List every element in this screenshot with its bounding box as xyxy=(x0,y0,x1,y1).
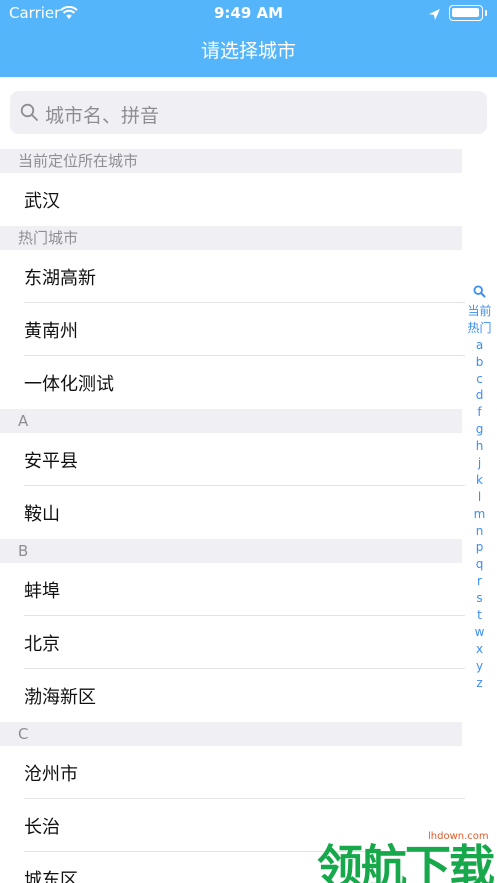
city-row[interactable]: 北京 xyxy=(0,616,465,669)
index-letter[interactable]: t xyxy=(462,607,497,624)
index-letter[interactable]: l xyxy=(462,489,497,506)
city-row[interactable]: 安平县 xyxy=(0,433,465,486)
city-row[interactable]: 渤海新区 xyxy=(0,669,462,722)
index-letter[interactable]: b xyxy=(462,354,497,371)
city-row[interactable]: 黄南州 xyxy=(0,303,465,356)
city-name: 北京 xyxy=(24,634,60,655)
index-letter[interactable]: 当前 xyxy=(462,303,497,320)
index-letter[interactable]: c xyxy=(462,371,497,388)
top-bar: Carrier 9:49 AM 请选择城市 xyxy=(0,0,497,77)
city-row[interactable]: 鞍山 xyxy=(0,486,462,539)
watermark-url: lhdown.com xyxy=(425,831,492,842)
index-letter[interactable]: y xyxy=(462,658,497,675)
location-arrow-icon xyxy=(428,6,441,25)
city-name: 黄南州 xyxy=(24,321,78,342)
index-letter[interactable]: j xyxy=(462,455,497,472)
clock: 9:49 AM xyxy=(213,4,284,22)
battery-tip xyxy=(485,10,487,16)
battery-icon xyxy=(449,5,483,21)
section-header: 热门城市 xyxy=(0,226,462,250)
city-name: 蚌埠 xyxy=(24,581,60,602)
alphabet-index-bar[interactable]: 当前 热门 a b c d f g h j k l m n p q r s t w x y z xyxy=(462,285,497,691)
city-name: 武汉 xyxy=(24,191,60,212)
section-header: A xyxy=(0,409,462,433)
index-letter[interactable]: n xyxy=(462,523,497,540)
city-row[interactable]: 武汉 xyxy=(0,173,462,226)
city-row[interactable]: 蚌埠 xyxy=(0,563,465,616)
section-header: 当前定位所在城市 xyxy=(0,149,462,173)
index-letter[interactable]: q xyxy=(462,556,497,573)
city-name: 鞍山 xyxy=(24,504,60,525)
section-header: B xyxy=(0,539,462,563)
index-letter[interactable]: m xyxy=(462,506,497,523)
index-letter[interactable]: f xyxy=(462,404,497,421)
index-letter[interactable]: h xyxy=(462,438,497,455)
index-letter[interactable]: r xyxy=(462,573,497,590)
city-name: 一体化测试 xyxy=(24,374,114,395)
section-header: C xyxy=(0,722,462,746)
city-name: 城东区 xyxy=(24,870,78,883)
index-letter[interactable]: d xyxy=(462,387,497,404)
search-area: 城市名、拼音 xyxy=(0,77,497,149)
city-list: 当前定位所在城市武汉热门城市东湖高新黄南州一体化测试 A 安平县鞍山 B 蚌埠北京渤海新… xyxy=(0,149,465,883)
status-bar: Carrier 9:49 AM xyxy=(0,0,497,26)
city-row[interactable]: 一体化测试 xyxy=(0,356,462,409)
search-icon xyxy=(20,103,39,126)
city-name: 东湖高新 xyxy=(24,268,96,289)
page-title: 请选择城市 xyxy=(200,40,296,62)
index-letter[interactable]: p xyxy=(462,539,497,556)
index-search-icon[interactable] xyxy=(462,285,497,303)
search-input[interactable]: 城市名、拼音 xyxy=(10,91,487,134)
index-letter[interactable]: w xyxy=(462,624,497,641)
city-name: 长治 xyxy=(24,817,60,838)
index-letter[interactable]: 热门 xyxy=(462,320,497,337)
watermark-logo: 领航下载 lhdown.com xyxy=(317,827,497,883)
city-row[interactable]: 东湖高新 xyxy=(0,250,465,303)
index-letter[interactable]: k xyxy=(462,472,497,489)
index-letter[interactable]: g xyxy=(462,421,497,438)
index-letter[interactable]: s xyxy=(462,590,497,607)
city-name: 渤海新区 xyxy=(24,687,96,708)
index-letter[interactable]: a xyxy=(462,337,497,354)
city-name: 沧州市 xyxy=(24,764,78,785)
city-name: 安平县 xyxy=(24,451,78,472)
city-row[interactable]: 沧州市 xyxy=(0,746,465,799)
search-placeholder: 城市名、拼音 xyxy=(45,105,160,127)
index-letter[interactable]: z xyxy=(462,675,497,692)
index-letter[interactable]: x xyxy=(462,641,497,658)
